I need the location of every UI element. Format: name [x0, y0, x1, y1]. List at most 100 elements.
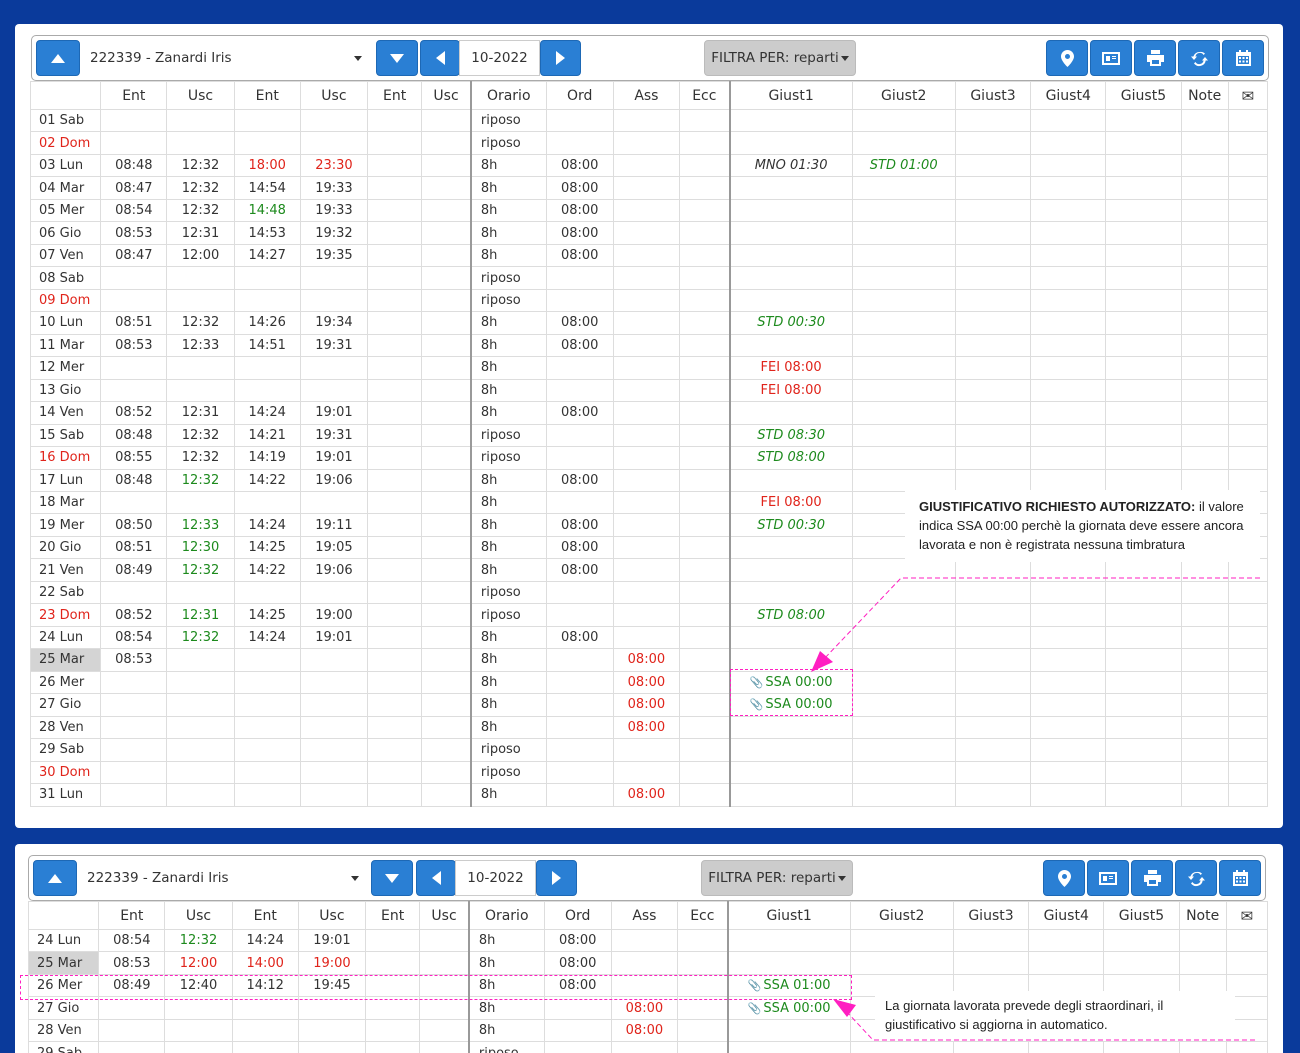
cell-ent[interactable] [233, 580, 301, 605]
cell-giust5[interactable] [1105, 580, 1182, 605]
cell-giust2[interactable] [849, 928, 954, 953]
cell-ent[interactable] [365, 996, 421, 1020]
cell-usc[interactable]: 19:01 [297, 928, 367, 953]
filter-dropdown[interactable]: FILTRA PER: reparti [701, 860, 853, 896]
cell-[interactable] [1227, 625, 1269, 650]
cell-[interactable] [1227, 311, 1269, 335]
cell-note[interactable] [1180, 423, 1229, 448]
cell-[interactable] [1227, 738, 1269, 762]
cell-ass[interactable]: 08:00 [610, 1018, 679, 1043]
cell-ass[interactable] [612, 401, 681, 425]
cell-giust5[interactable] [1105, 670, 1182, 695]
cell-giust2[interactable] [851, 603, 956, 627]
cell-usc[interactable] [164, 1018, 233, 1043]
cell-ord[interactable]: 08:00 [545, 153, 614, 178]
cell-giust3[interactable] [954, 221, 1032, 245]
cell-ent[interactable] [100, 378, 168, 403]
cell-ass[interactable] [610, 1041, 679, 1053]
cell-giust3[interactable] [954, 693, 1032, 717]
cell-giust5[interactable] [1103, 1041, 1180, 1053]
cell-giust4[interactable] [1028, 951, 1105, 975]
cell-giust4[interactable] [1030, 131, 1107, 155]
cell-ent[interactable]: 14:24 [233, 625, 301, 650]
cell-note[interactable] [1180, 401, 1229, 425]
cell-[interactable] [1227, 558, 1269, 582]
cell-giust4[interactable] [1030, 333, 1107, 358]
cell-giust1[interactable]: MNO 01:30 [729, 153, 853, 178]
cell-giust2[interactable] [851, 715, 956, 740]
cell-giust1[interactable] [729, 760, 853, 785]
cell-giust3[interactable] [954, 243, 1032, 268]
cell-ord[interactable] [545, 760, 614, 785]
cell-giust4[interactable] [1028, 928, 1105, 953]
cell-ord[interactable] [545, 648, 614, 672]
month-field[interactable]: 10-2022 [455, 860, 536, 896]
cell-giust3[interactable] [954, 131, 1032, 155]
cell-ent[interactable] [367, 266, 423, 290]
cell-ent[interactable]: 08:53 [100, 333, 168, 358]
cell-orario[interactable]: 8h [470, 783, 547, 807]
cell-ent[interactable]: 08:54 [100, 625, 168, 650]
cell-usc[interactable] [421, 513, 472, 537]
cell-giust4[interactable] [1028, 1041, 1105, 1053]
cell-giust1[interactable]: STD 08:00 [729, 603, 853, 627]
cell-ent[interactable] [367, 446, 423, 470]
cell-giust1[interactable]: STD 08:00 [729, 446, 853, 470]
cell-usc[interactable]: 12:32 [166, 446, 235, 470]
cell-usc[interactable]: 19:06 [299, 468, 369, 492]
cell-[interactable] [1227, 153, 1269, 178]
cell-giust3[interactable] [954, 288, 1032, 313]
calendar-button[interactable] [1222, 40, 1264, 76]
cell-usc[interactable] [421, 648, 472, 672]
cell-ass[interactable]: 08:00 [612, 715, 681, 740]
cell-giust1[interactable] [729, 468, 853, 492]
cell-ent[interactable] [367, 513, 423, 537]
cell-ecc[interactable] [678, 558, 731, 582]
cell-[interactable] [1227, 243, 1269, 268]
cell-ent[interactable] [98, 1018, 166, 1043]
cell-giust2[interactable] [851, 760, 956, 785]
scroll-down-button[interactable] [376, 40, 418, 76]
cell-giust5[interactable] [1105, 625, 1182, 650]
cell-ecc[interactable] [678, 266, 731, 290]
cell-giust1[interactable] [729, 333, 853, 358]
cell-ent[interactable] [367, 693, 423, 717]
cell-giust1[interactable] [729, 401, 853, 425]
cell-ass[interactable] [612, 288, 681, 313]
cell-usc[interactable] [419, 996, 470, 1020]
cell-usc[interactable] [421, 131, 472, 155]
cell-giust5[interactable] [1105, 333, 1182, 358]
cell-ent[interactable] [367, 198, 423, 223]
cell-ecc[interactable] [678, 535, 731, 560]
cell-giust1[interactable] [729, 535, 853, 560]
cell-ent[interactable] [233, 108, 301, 133]
cell-note[interactable] [1180, 558, 1229, 582]
cell-usc[interactable] [299, 738, 369, 762]
cell-giust2[interactable] [851, 783, 956, 807]
cell-ent[interactable] [100, 356, 168, 380]
cell-ent[interactable] [367, 423, 423, 448]
cell-[interactable] [1227, 131, 1269, 155]
employee-select[interactable]: 222339 - Zanardi Iris [80, 40, 368, 76]
cell-usc[interactable] [166, 356, 235, 380]
cell-orario[interactable]: 8h [468, 951, 545, 975]
cell-[interactable] [1227, 693, 1269, 717]
cell-ecc[interactable] [676, 996, 729, 1020]
cell-ord[interactable]: 08:00 [543, 928, 612, 953]
cell-giust2[interactable] [851, 670, 956, 695]
cell-usc[interactable]: 12:00 [166, 243, 235, 268]
cell-ent[interactable]: 14:19 [233, 446, 301, 470]
cell-ent[interactable] [233, 783, 301, 807]
cell-giust5[interactable] [1105, 693, 1182, 717]
table-row[interactable]: 25 Mar 08:53 12:00 14:00 19:00 8h 08:00 [27, 951, 1269, 975]
location-button[interactable] [1046, 40, 1088, 76]
cell-giust5[interactable] [1105, 266, 1182, 290]
cell-giust1[interactable]: STD 08:30 [729, 423, 853, 448]
cell-giust3[interactable] [954, 356, 1032, 380]
cell-usc[interactable]: 12:31 [166, 603, 235, 627]
cell-giust1[interactable] [729, 288, 853, 313]
next-month-button[interactable] [540, 40, 581, 76]
cell-usc[interactable] [419, 951, 470, 975]
cell-orario[interactable]: 8h [470, 356, 547, 380]
cell-usc[interactable] [421, 738, 472, 762]
